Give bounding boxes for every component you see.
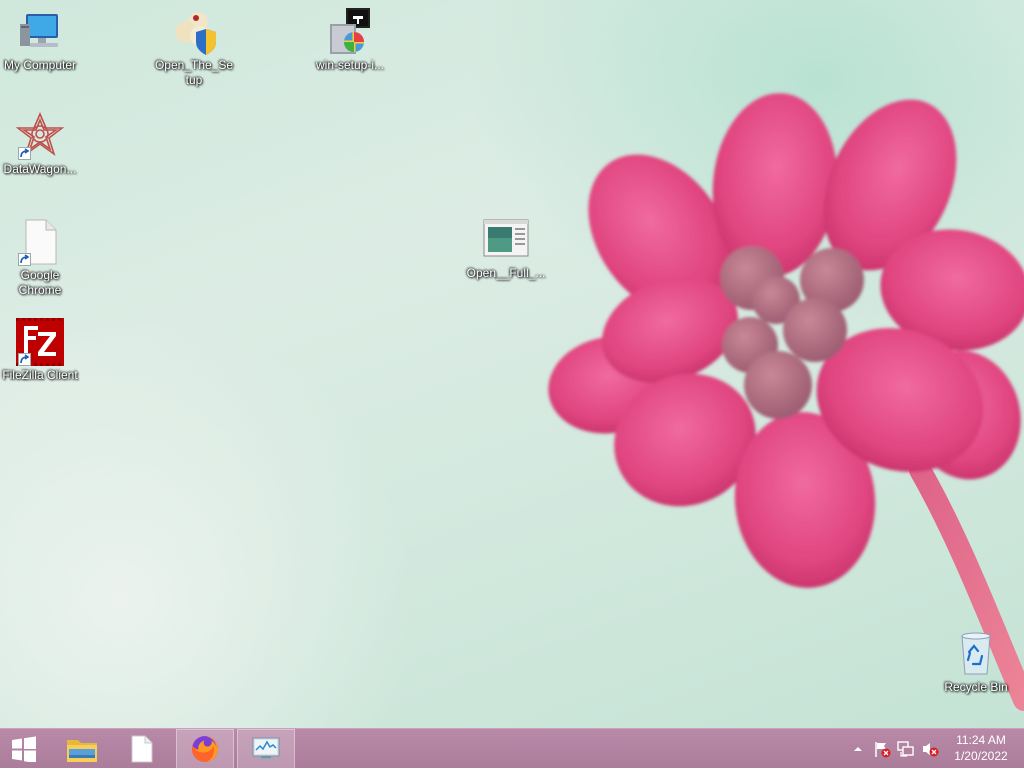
firefox-icon [192,736,219,762]
clock-date: 1/20/2022 [954,749,1008,763]
network-button[interactable] [896,729,916,769]
recycle-bin-icon [952,630,1000,678]
desktop: My Computer Open_The_Setup win-setup-i..… [0,0,1024,728]
desktop-icon-datawagon[interactable]: DataWagon... [0,111,80,177]
shortcut-arrow-icon [18,253,31,266]
network-icon [897,741,914,757]
volume-button[interactable] [920,729,940,769]
show-hidden-icons-button[interactable] [850,729,866,769]
shortcut-arrow-icon [18,353,31,366]
desktop-icon-label: Open_The_Setup [154,58,234,87]
taskbar-firefox-button[interactable] [176,729,234,769]
taskbar-file-explorer-button[interactable] [54,729,110,769]
desktop-icon-label: DataWagon... [3,162,77,176]
chevron-up-icon [854,747,862,751]
clock-time: 11:24 AM [956,733,1006,747]
wallpaper-flower-image [548,93,1024,711]
desktop-icon-label: win-setup-i... [315,58,385,72]
file-explorer-icon [67,740,97,762]
windows-logo-icon [12,736,36,762]
taskbar: 11:24 AM 1/20/2022 [0,728,1024,769]
shortcut-arrow-icon [18,147,31,160]
blank-file-icon [16,218,64,266]
desktop-icon-label: FileZilla Client [2,368,78,382]
taskbar-task-manager-button[interactable] [237,729,295,769]
desktop-icon-label: Recycle Bin [944,680,1008,694]
desktop-icon-label: Google Chrome [18,268,62,297]
action-center-button[interactable] [872,729,892,769]
desktop-icon-google-chrome[interactable]: Google Chrome [0,218,80,298]
installer-package-icon [326,8,374,56]
desktop-icon-label: My Computer [3,58,77,72]
blank-document-icon [131,735,153,763]
action-center-flag-icon [875,742,891,758]
computer-icon [16,8,64,56]
start-button[interactable] [0,729,48,769]
desktop-icon-label: Open__Full_... [466,266,546,280]
desktop-icon-my-computer[interactable]: My Computer [0,8,80,73]
taskbar-clock[interactable]: 11:24 AM 1/20/2022 [944,732,1018,764]
application-window-icon [482,216,530,264]
volume-muted-icon [923,743,939,757]
desktop-icon-win-setup[interactable]: win-setup-i... [310,8,390,73]
datawagon-icon [15,111,65,160]
desktop-icon-recycle-bin[interactable]: Recycle Bin [936,630,1016,695]
taskbar-document-button[interactable] [114,729,170,769]
desktop-icon-open-the-setup[interactable]: Open_The_Setup [154,8,234,88]
setup-installer-icon [170,8,218,56]
desktop-icon-open-full[interactable]: Open__Full_... [466,216,546,281]
filezilla-icon [16,318,64,366]
task-manager-icon [252,737,280,760]
desktop-icon-filezilla-client[interactable]: FileZilla Client [0,318,80,383]
